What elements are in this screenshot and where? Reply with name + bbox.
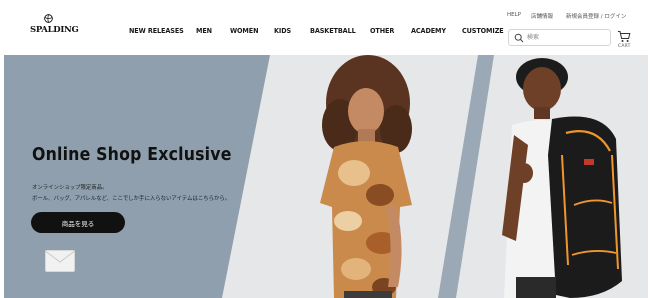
nav-item-basketball[interactable]: BASKETBALL xyxy=(310,26,356,35)
register-login-link[interactable]: 新規会員登録 / ログイン xyxy=(566,12,626,20)
search-icon xyxy=(514,33,524,43)
cart-label: CART xyxy=(618,44,631,49)
nav-item-other[interactable]: OTHER xyxy=(370,26,394,35)
nav-item-customize[interactable]: CUSTOMIZE xyxy=(462,26,504,35)
hero-headline: Online Shop Exclusive xyxy=(32,145,232,165)
site-header: SPALDING NEW RELEASES MEN WOMEN KIDS BAS… xyxy=(0,0,652,55)
hero-banner[interactable]: Online Shop Exclusive オンラインショップ限定商品。 ボール… xyxy=(4,55,648,298)
nav-item-women[interactable]: WOMEN xyxy=(230,26,259,35)
hero-subtext-line2: ボール、バッグ、アパレルなど、ここでしか手に入らないアイテムはこちらから。 xyxy=(32,196,231,202)
search-input[interactable] xyxy=(527,32,607,43)
envelope-icon[interactable] xyxy=(45,250,75,272)
search-box[interactable] xyxy=(508,29,611,46)
store-info-link[interactable]: 店舗情報 xyxy=(531,12,553,20)
help-link[interactable]: HELP xyxy=(507,12,521,18)
basketball-icon xyxy=(44,14,53,23)
view-products-button[interactable]: 商品を見る xyxy=(31,212,125,233)
page: SPALDING NEW RELEASES MEN WOMEN KIDS BAS… xyxy=(0,0,652,298)
hero-photo xyxy=(4,55,648,298)
nav-item-kids[interactable]: KIDS xyxy=(274,26,291,35)
cart-icon xyxy=(618,31,631,42)
hero-subtext-line1: オンラインショップ限定商品。 xyxy=(32,185,108,191)
nav-item-men[interactable]: MEN xyxy=(196,26,212,35)
nav-item-new-releases[interactable]: NEW RELEASES xyxy=(129,26,184,35)
main-navigation: NEW RELEASES MEN WOMEN KIDS BASKETBALL O… xyxy=(0,26,520,38)
nav-item-academy[interactable]: ACADEMY xyxy=(411,26,446,35)
cart-button[interactable]: CART xyxy=(617,30,633,50)
